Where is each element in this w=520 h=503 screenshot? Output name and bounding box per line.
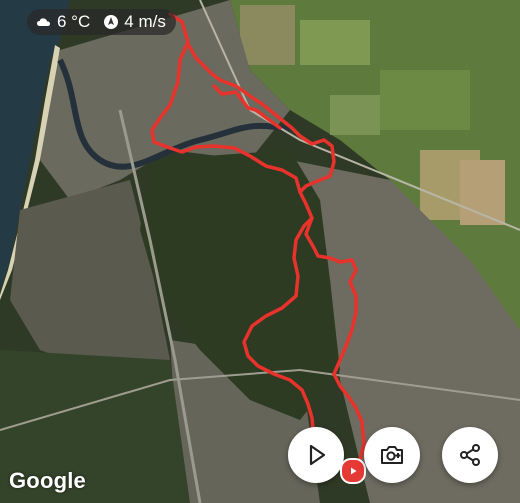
share-button[interactable] — [442, 427, 498, 483]
field — [240, 5, 295, 65]
play-button[interactable] — [288, 427, 344, 483]
field — [330, 95, 380, 135]
satellite-map[interactable]: 6 °C 4 m/s Google — [0, 0, 520, 503]
share-icon — [460, 444, 480, 466]
field — [380, 70, 470, 130]
google-logo: Google — [9, 468, 86, 493]
play-icon — [309, 444, 326, 466]
wind-direction-icon — [102, 13, 120, 31]
map-imagery — [0, 0, 520, 503]
cloud-sun-icon — [35, 13, 53, 31]
field — [300, 20, 370, 65]
record-marker — [340, 458, 366, 484]
weather-badge: 6 °C 4 m/s — [27, 9, 176, 35]
wind-speed-value: 4 m/s — [124, 12, 166, 31]
screenshot-button[interactable] — [364, 427, 420, 483]
temperature-value: 6 °C — [57, 12, 91, 31]
camera-plus-icon — [381, 446, 403, 464]
record-play-icon — [351, 467, 357, 475]
